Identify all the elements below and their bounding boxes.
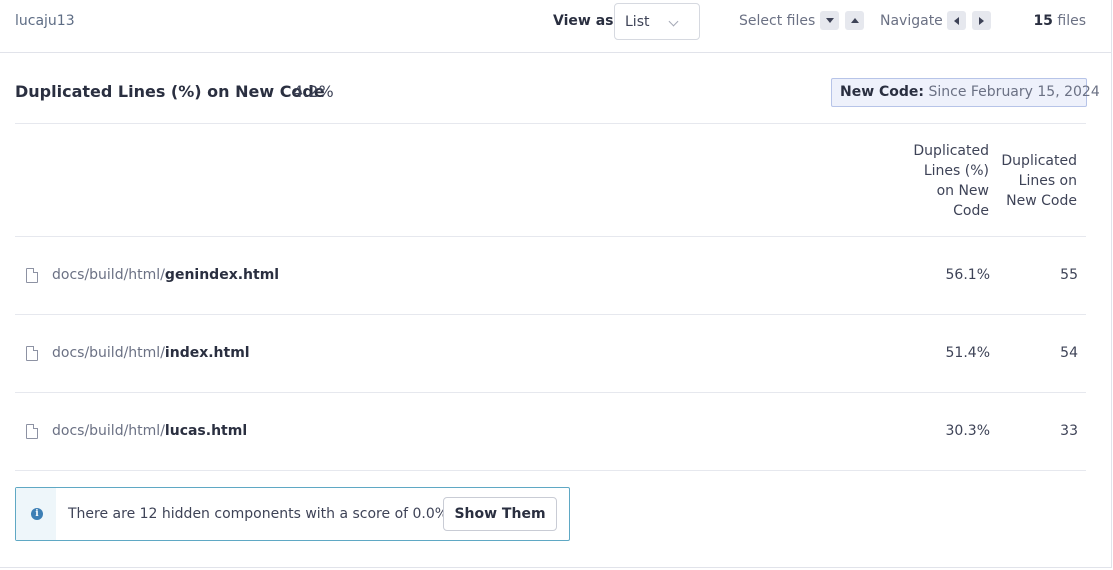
table-row[interactable]: docs/build/html/genindex.html 56.1% 55 <box>15 237 1086 315</box>
duplicated-pct-value: 51.4% <box>945 345 990 361</box>
column-header-duplicated-lines[interactable]: Duplicated Lines on New Code <box>1001 151 1077 211</box>
divider <box>15 123 1086 124</box>
measure-title: Duplicated Lines (%) on New Code <box>15 82 325 101</box>
table-row[interactable]: docs/build/html/lucas.html 30.3% 33 <box>15 393 1086 471</box>
alert-message: There are 12 hidden components with a sc… <box>68 506 453 522</box>
duplicated-pct-value: 30.3% <box>945 423 990 439</box>
arrow-right-key-icon[interactable] <box>972 11 991 30</box>
duplicated-lines-value: 33 <box>1060 423 1078 439</box>
select-files-label: Select files <box>739 13 816 29</box>
file-path[interactable]: docs/build/html/index.html <box>52 345 250 361</box>
file-icon <box>26 268 38 283</box>
info-icon: i <box>31 508 43 520</box>
table-row[interactable]: docs/build/html/index.html 51.4% 54 <box>15 315 1086 393</box>
hidden-components-alert: i There are 12 hidden components with a … <box>15 487 570 541</box>
arrow-left-key-icon[interactable] <box>947 11 966 30</box>
show-them-button[interactable]: Show Them <box>443 497 557 531</box>
navigate-label: Navigate <box>880 13 943 29</box>
column-header-duplicated-pct[interactable]: Duplicated Lines (%) on New Code <box>913 141 989 221</box>
toolbar: lucaju13 View as List Select files Navig… <box>0 0 1112 53</box>
breadcrumb-project[interactable]: lucaju13 <box>15 13 75 29</box>
file-path[interactable]: docs/build/html/lucas.html <box>52 423 247 439</box>
file-path[interactable]: docs/build/html/genindex.html <box>52 267 279 283</box>
duplicated-pct-value: 56.1% <box>945 267 990 283</box>
arrow-up-key-icon[interactable] <box>845 11 864 30</box>
view-as-select[interactable]: List <box>614 3 700 40</box>
view-as-value: List <box>625 14 650 30</box>
chevron-down-icon <box>668 16 679 27</box>
arrow-down-key-icon[interactable] <box>820 11 839 30</box>
measure-view: lucaju13 View as List Select files Navig… <box>0 0 1112 568</box>
view-as-label: View as <box>553 13 614 29</box>
duplicated-lines-value: 55 <box>1060 267 1078 283</box>
duplicated-lines-value: 54 <box>1060 345 1078 361</box>
file-icon <box>26 346 38 361</box>
measure-value: 4.2% <box>293 82 334 101</box>
file-icon <box>26 424 38 439</box>
files-count: 15 files <box>1033 13 1086 29</box>
new-code-badge: New Code: Since February 15, 2024 <box>831 78 1100 107</box>
